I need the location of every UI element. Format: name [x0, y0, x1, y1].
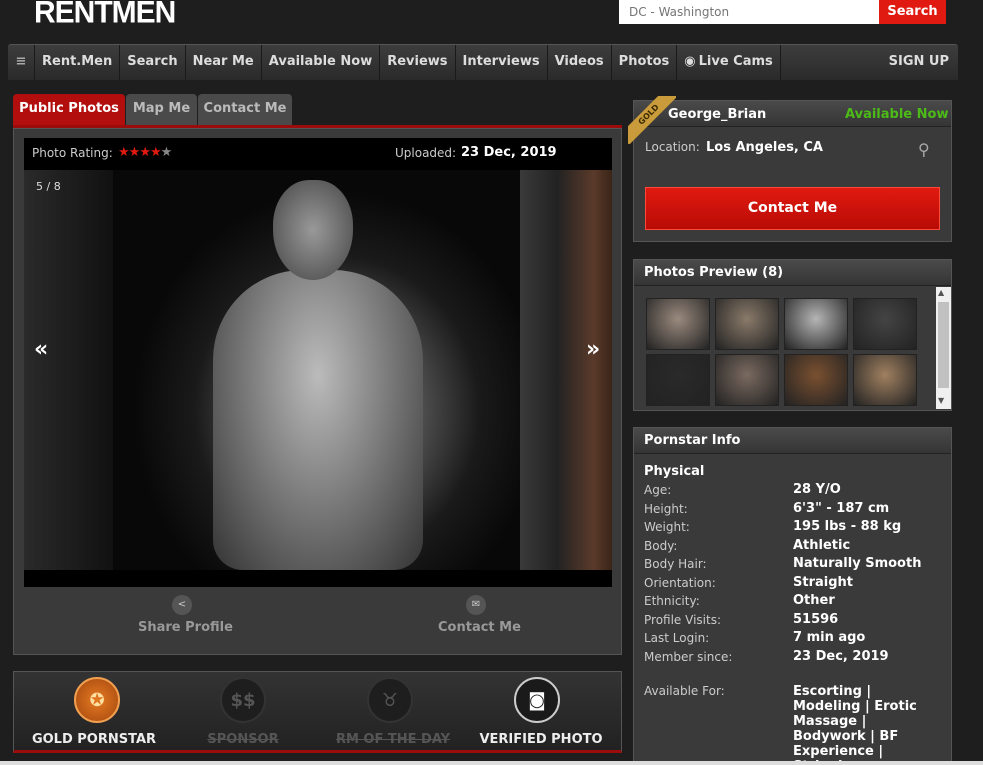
info-label: Last Login: [644, 631, 710, 645]
next-arrow-icon[interactable]: » [586, 337, 600, 362]
tab-contact-me[interactable]: Contact Me [198, 94, 292, 125]
live-cam-icon: ◉ [684, 53, 696, 69]
info-label: Orientation: [644, 575, 716, 590]
info-value: Athletic [793, 537, 851, 553]
preview-thumbnail[interactable] [784, 354, 848, 406]
star-icon[interactable]: ★ [150, 145, 162, 160]
mail-icon[interactable]: ✉ [466, 595, 486, 615]
pornstar-info-title: Pornstar Info [644, 433, 741, 448]
main-nav: ≡ Rent.Men Search Near Me Available Now … [8, 44, 958, 81]
preview-thumbnail[interactable] [853, 298, 917, 350]
star-icon[interactable]: ★ [118, 145, 130, 160]
profile-tabs: Public Photos Map Me Contact Me [13, 94, 622, 128]
available-for-label: Available For: [644, 684, 725, 698]
search-bar: Search [619, 0, 946, 24]
info-value: Straight [793, 574, 853, 590]
info-value: Other [793, 593, 835, 608]
info-label: Ethnicity: [644, 594, 700, 608]
medal-icon: ✪ [74, 677, 120, 723]
dollar-icon: $$ [220, 677, 266, 723]
star-icon[interactable]: ★ [129, 145, 141, 160]
info-label: Age: [644, 483, 672, 497]
site-logo[interactable]: RENTMEN [34, 0, 177, 30]
photo-rating-stars[interactable]: ★★★★★ [118, 145, 173, 160]
info-value: Naturally Smooth [793, 556, 922, 571]
photo-previous-thumb[interactable] [24, 170, 113, 570]
photo-rating-label: Photo Rating: [32, 146, 113, 160]
uploaded-date: 23 Dec, 2019 [461, 145, 557, 160]
preview-thumbnail[interactable] [784, 298, 848, 350]
nav-item-videos[interactable]: Videos [548, 44, 612, 81]
scroll-up-icon[interactable]: ▲ [938, 288, 944, 297]
nav-item-rentmen[interactable]: Rent.Men [35, 44, 121, 81]
badge-rm-of-the-day-label: RM OF THE DAY [335, 732, 451, 747]
share-profile-button[interactable]: Share Profile [138, 620, 233, 635]
star-icon[interactable]: ★ [161, 145, 173, 160]
badge-sponsor-label: SPONSOR [207, 732, 279, 747]
logo-text-men: MEN [111, 0, 177, 30]
physical-heading: Physical [644, 464, 705, 479]
info-value: 6'3" - 187 cm [793, 500, 890, 516]
contact-me-link[interactable]: Contact Me [438, 620, 521, 635]
preview-thumbnail[interactable] [715, 354, 779, 406]
camera-icon: ◙ [514, 677, 560, 723]
prev-arrow-icon[interactable]: « [34, 337, 48, 362]
main-photo[interactable] [113, 170, 520, 570]
horns-icon: ♉ [367, 677, 413, 723]
location-pin-icon[interactable]: ⚲ [918, 140, 930, 159]
nav-item-near-me[interactable]: Near Me [186, 44, 262, 81]
contact-me-button[interactable]: Contact Me [645, 187, 940, 230]
nav-item-reviews[interactable]: Reviews [380, 44, 456, 81]
info-value: 195 lbs - 88 kg [793, 519, 902, 534]
info-label: Weight: [644, 520, 690, 534]
info-value: 51596 [793, 611, 839, 627]
available-for-value: Escorting | Modeling | Erotic Massage | … [793, 684, 917, 765]
nav-item-interviews[interactable]: Interviews [456, 44, 548, 81]
photos-preview-title: Photos Preview (8) [644, 265, 784, 280]
logo-text-rent: RENT [34, 0, 113, 30]
availability-status: Available Now [845, 107, 949, 122]
preview-thumbnail[interactable] [715, 298, 779, 350]
share-icon[interactable]: < [172, 595, 192, 615]
location-label: Location: [645, 140, 700, 154]
info-label: Body: [644, 538, 678, 553]
signup-link[interactable]: SIGN UP [882, 45, 958, 81]
nav-item-available-now[interactable]: Available Now [262, 44, 381, 81]
badge-verified-photo-label: VERIFIED PHOTO [479, 732, 603, 747]
info-label: Body Hair: [644, 557, 707, 571]
tab-public-photos[interactable]: Public Photos [13, 94, 125, 125]
nav-item-live-cams-label: Live Cams [698, 53, 773, 69]
preview-thumbnail[interactable] [646, 298, 710, 350]
search-button[interactable]: Search [879, 0, 946, 24]
star-icon[interactable]: ★ [139, 145, 151, 160]
info-value: 23 Dec, 2019 [793, 648, 889, 664]
nav-item-search[interactable]: Search [120, 44, 186, 81]
info-label: Member since: [644, 649, 733, 664]
info-value: 7 min ago [793, 630, 866, 645]
preview-thumbnail[interactable] [646, 354, 710, 406]
preview-scroll-thumb[interactable] [938, 302, 949, 388]
photo-next-thumb[interactable] [520, 170, 612, 570]
nav-item-photos[interactable]: Photos [612, 44, 678, 81]
uploaded-label: Uploaded: [395, 146, 457, 160]
info-value: 28 Y/O [793, 482, 841, 497]
nav-item-live-cams[interactable]: ◉ Live Cams [677, 44, 781, 81]
username: George_Brian [668, 107, 767, 122]
info-label: Profile Visits: [644, 612, 721, 627]
scroll-down-icon[interactable]: ▼ [938, 396, 944, 405]
badge-gold-pornstar-label: GOLD PORNSTAR [31, 732, 157, 747]
preview-thumbnail[interactable] [853, 354, 917, 406]
location-value: Los Angeles, CA [706, 140, 823, 155]
info-label: Height: [644, 501, 688, 516]
search-input[interactable] [619, 0, 879, 24]
tab-map-me[interactable]: Map Me [126, 94, 197, 125]
photo-counter: 5 / 8 [36, 180, 61, 193]
browser-bottom-bar [0, 761, 983, 765]
menu-icon[interactable]: ≡ [8, 44, 35, 81]
